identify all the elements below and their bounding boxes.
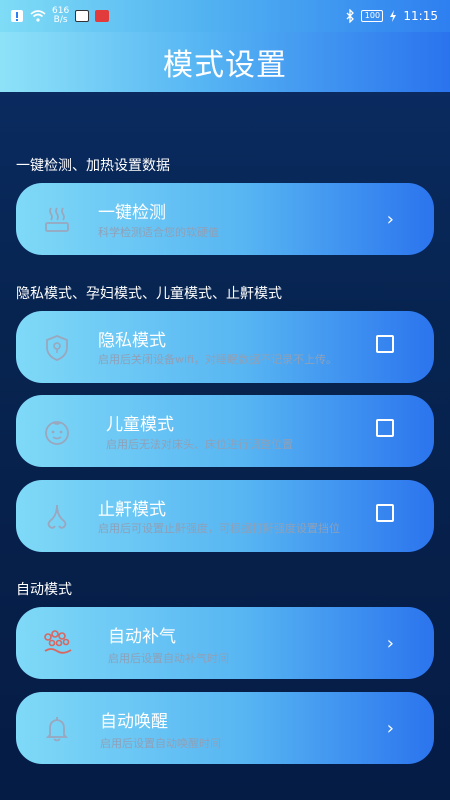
app-notification-icon	[75, 10, 90, 22]
card-title: 一键检测	[98, 203, 166, 223]
card-description: 启用后关闭设备wifi，对睡眠数据不记录不上传。	[98, 353, 337, 366]
snore-mode-checkbox[interactable]	[376, 504, 394, 522]
card-title: 自动唤醒	[100, 712, 168, 732]
section-label-detect: 一键检测、加热设置数据	[16, 158, 170, 174]
card-title: 隐私模式	[98, 331, 166, 351]
air-bubbles-icon	[42, 629, 72, 659]
status-left: 616 B/s	[10, 6, 110, 25]
child-mode-checkbox[interactable]	[376, 419, 394, 437]
card-description: 启用后设置自动唤醒时间	[100, 737, 221, 750]
card-auto-inflate[interactable]: 自动补气 启用后设置自动补气时间 ›	[16, 607, 434, 679]
bell-icon	[42, 714, 72, 744]
card-auto-wake[interactable]: 自动唤醒 启用后设置自动唤醒时间 ›	[16, 692, 434, 764]
card-description: 启用后无法对床头、床位进行调整位置	[106, 438, 293, 451]
nose-icon	[42, 502, 72, 532]
app-header: 模式设置	[0, 32, 450, 92]
heat-icon	[42, 205, 72, 235]
clock: 11:15	[403, 9, 438, 23]
chevron-right-icon: ›	[386, 633, 394, 654]
bluetooth-icon	[345, 9, 355, 23]
card-description: 科学检测适合您的软硬值	[98, 226, 219, 239]
card-description: 启用后可设置止鼾强度，可根据打鼾强度设置挡位	[98, 522, 340, 535]
card-description: 启用后设置自动补气时间	[108, 652, 229, 665]
privacy-mode-checkbox[interactable]	[376, 335, 394, 353]
section-label-modes: 隐私模式、孕妇模式、儿童模式、止鼾模式	[16, 286, 282, 302]
card-privacy-mode[interactable]: 隐私模式 启用后关闭设备wifi，对睡眠数据不记录不上传。	[16, 311, 434, 383]
status-bar: 616 B/s 100 11:15	[0, 0, 450, 32]
chevron-right-icon: ›	[386, 718, 394, 739]
card-title: 儿童模式	[106, 415, 174, 435]
alert-icon	[10, 9, 24, 23]
card-title: 止鼾模式	[98, 500, 166, 520]
battery-icon: 100	[361, 10, 384, 22]
card-snore-mode[interactable]: 止鼾模式 启用后可设置止鼾强度，可根据打鼾强度设置挡位	[16, 480, 434, 552]
section-label-auto: 自动模式	[16, 582, 72, 598]
card-child-mode[interactable]: 儿童模式 启用后无法对床头、床位进行调整位置	[16, 395, 434, 467]
wifi-icon	[30, 10, 46, 22]
chevron-right-icon: ›	[386, 209, 394, 230]
shield-lock-icon	[42, 333, 72, 363]
network-speed: 616 B/s	[52, 6, 70, 25]
status-right: 100 11:15	[345, 9, 438, 23]
app-notification-icon-2	[95, 10, 110, 22]
page-title: 模式设置	[163, 48, 287, 83]
card-one-click-detect[interactable]: 一键检测 科学检测适合您的软硬值 ›	[16, 183, 434, 255]
baby-face-icon	[42, 417, 72, 447]
card-title: 自动补气	[108, 627, 176, 647]
charging-icon	[389, 10, 397, 22]
